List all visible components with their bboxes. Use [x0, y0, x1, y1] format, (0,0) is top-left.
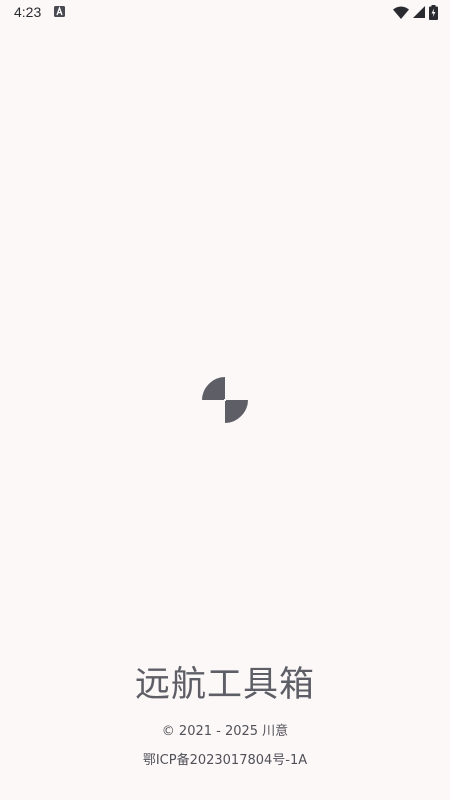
cellular-signal-icon: [413, 6, 425, 18]
status-icons: [393, 4, 438, 20]
a-notification-icon: [54, 6, 65, 17]
app-name: 远航工具箱: [134, 665, 315, 705]
battery-charging-icon: [429, 4, 438, 20]
status-bar: 4:23: [0, 0, 450, 26]
copyright-text: © 2021 - 2025 川意: [161, 724, 289, 739]
pinwheel-icon: [202, 377, 248, 423]
icp-license-text: 鄂ICP备2023017804号-1A: [142, 753, 308, 768]
wifi-icon: [393, 6, 409, 19]
status-time: 4:23: [14, 4, 42, 20]
